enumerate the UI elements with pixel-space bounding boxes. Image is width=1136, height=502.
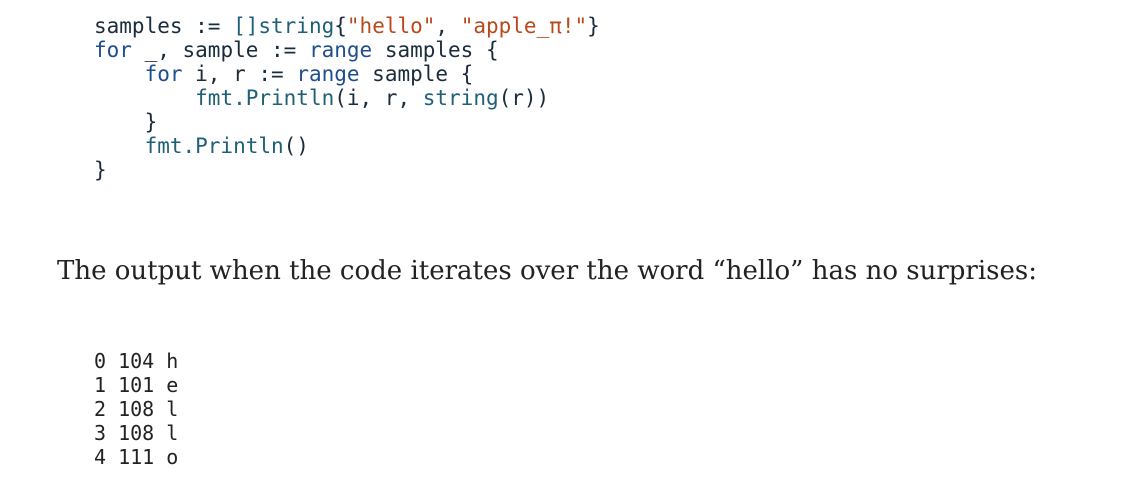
output-row: 3 108 l [94,421,179,445]
body-paragraph: The output when the code iterates over t… [57,256,1037,286]
output-block: 0 104 h1 101 e2 108 l3 108 l4 111 o [94,349,178,469]
code-line: } [94,110,158,134]
code-line: for _, sample := range samples { [94,38,499,62]
output-row: 0 104 h [94,349,179,373]
output-row: 2 108 l [94,397,179,421]
code-line: fmt.Println() [144,134,309,158]
code-line: fmt.Println(i, r, string(r)) [195,86,550,110]
code-line: for i, r := range sample { [144,62,474,86]
code-line: samples := []string{"hello", "apple_π!"} [94,14,600,38]
output-row: 1 101 e [94,373,179,397]
output-row: 4 111 o [94,445,179,469]
code-block: samples := []string{"hello", "apple_π!"}… [94,14,600,182]
code-line: } [94,158,107,182]
